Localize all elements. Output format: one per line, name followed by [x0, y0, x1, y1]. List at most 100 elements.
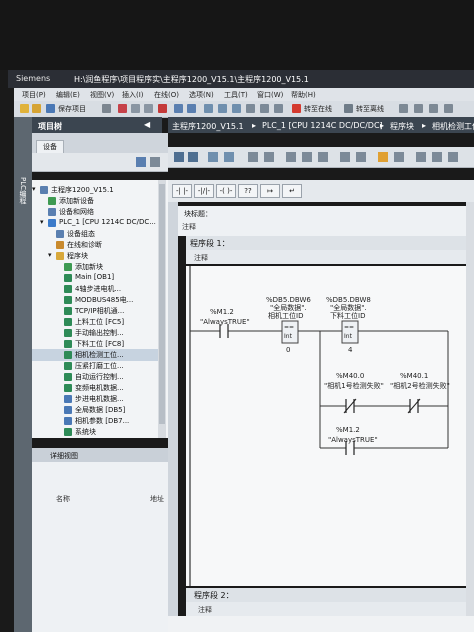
- block-comment[interactable]: 注释: [182, 222, 196, 232]
- monitor-icon[interactable]: [208, 152, 218, 162]
- copy-icon[interactable]: [131, 104, 140, 113]
- folder-icon: [56, 252, 64, 260]
- editor-extra-icon[interactable]: [394, 152, 404, 162]
- start-simulation-icon[interactable]: [414, 104, 423, 113]
- tree-item[interactable]: 系统块: [32, 426, 158, 438]
- open-all-networks-icon[interactable]: [286, 152, 296, 162]
- delete-icon[interactable]: [158, 104, 167, 113]
- menu-project[interactable]: 项目(P): [22, 90, 46, 100]
- compare-icon[interactable]: [224, 152, 234, 162]
- menu-window[interactable]: 窗口(W): [257, 90, 283, 100]
- network-2-comment[interactable]: 注释: [198, 605, 212, 615]
- insert-network-icon[interactable]: [174, 152, 184, 162]
- block-icon: [64, 263, 72, 271]
- plc-programming-tab[interactable]: PLC编程: [18, 177, 28, 204]
- coil-button[interactable]: -( )-: [216, 184, 236, 198]
- editor-extra-icon-4[interactable]: [448, 152, 458, 162]
- folder-icon: [56, 230, 64, 238]
- menu-help[interactable]: 帮助(H): [291, 90, 316, 100]
- menu-insert[interactable]: 插入(I): [122, 90, 144, 100]
- undo-icon[interactable]: [174, 104, 183, 113]
- go-offline-button[interactable]: 转至离线: [356, 104, 384, 114]
- breadcrumb-plc[interactable]: PLC_1 [CPU 1214C DC/DC/DC]: [262, 121, 383, 130]
- breadcrumb-block[interactable]: 相机检测工位: [432, 121, 474, 132]
- accessible-devices-icon[interactable]: [399, 104, 408, 113]
- contact2-name: "相机1号检测失败": [324, 381, 384, 390]
- split-editor-icon[interactable]: [444, 104, 453, 113]
- simulation-icon[interactable]: [246, 104, 255, 113]
- tree-item-label: PLC_1 [CPU 1214C DC/DC...: [59, 218, 156, 226]
- menu-tools[interactable]: 工具(T): [224, 90, 248, 100]
- breadcrumb-blocks[interactable]: 程序块: [390, 121, 414, 132]
- contact-always-true[interactable]: [219, 324, 229, 338]
- comments-icon[interactable]: [318, 152, 328, 162]
- go-online-button[interactable]: 转至在线: [304, 104, 332, 114]
- tree-item-label: 手动输出控制...: [75, 329, 124, 337]
- menu-online[interactable]: 在线(O): [154, 90, 179, 100]
- open-project-icon[interactable]: [32, 104, 41, 113]
- start-cpu-icon[interactable]: [274, 104, 283, 113]
- project-tree-title: 项目树: [38, 122, 62, 131]
- close-all-networks-icon[interactable]: [302, 152, 312, 162]
- print-icon[interactable]: [102, 104, 111, 113]
- goto-error-icon[interactable]: [340, 152, 350, 162]
- monitoring-on-icon[interactable]: [378, 152, 388, 162]
- detail-view: 名称 地址: [32, 462, 168, 632]
- cmp2-op: ==: [344, 324, 354, 331]
- network-1-comment[interactable]: 注释: [194, 253, 208, 263]
- empty-box-button[interactable]: ??: [238, 184, 258, 198]
- menu-edit[interactable]: 编辑(E): [56, 90, 80, 100]
- editor-extra-icon-3[interactable]: [432, 152, 442, 162]
- nc-contact-button[interactable]: -|/|-: [194, 184, 214, 198]
- absolute-address-icon[interactable]: [248, 152, 258, 162]
- menu-view[interactable]: 视图(V): [90, 90, 114, 100]
- go-offline-icon[interactable]: [344, 104, 353, 113]
- cut-icon[interactable]: [118, 104, 127, 113]
- project-tree-toolbar: [32, 153, 168, 172]
- favorites-icon[interactable]: [264, 152, 274, 162]
- expand-arrow-icon[interactable]: ▾: [32, 185, 36, 193]
- download-icon[interactable]: [218, 104, 227, 113]
- tree-item-label: MODBUS485电...: [75, 296, 134, 304]
- editor-extra-icon-2[interactable]: [416, 152, 426, 162]
- network-2-header[interactable]: 程序段 2：: [186, 588, 474, 602]
- collapse-tree-icon[interactable]: ◀: [144, 120, 150, 129]
- save-icon[interactable]: [46, 104, 55, 113]
- close-branch-button[interactable]: ↵: [282, 184, 302, 198]
- network-1-header[interactable]: 程序段 1：: [186, 236, 474, 250]
- tree-overview-icon[interactable]: [150, 157, 160, 167]
- breadcrumb-project[interactable]: 主程序1200_V15.1: [172, 121, 244, 132]
- tree-item-label: 4轴步进电机...: [75, 285, 122, 293]
- go-online-icon[interactable]: [292, 104, 301, 113]
- tab-devices[interactable]: 设备: [36, 140, 64, 153]
- delete-network-icon[interactable]: [188, 152, 198, 162]
- block-interface-icon[interactable]: [356, 152, 366, 162]
- paste-icon[interactable]: [144, 104, 153, 113]
- app-name: Siemens: [16, 74, 51, 83]
- editor-scrollbar[interactable]: [466, 202, 474, 616]
- expand-arrow-icon[interactable]: ▾: [40, 218, 44, 226]
- tree-item-label: 主程序1200_V15.1: [51, 186, 114, 194]
- menu-options[interactable]: 选项(N): [189, 90, 214, 100]
- expand-arrow-icon[interactable]: ▾: [48, 251, 52, 259]
- block-header: 块标题： 注释: [178, 206, 474, 236]
- open-branch-button[interactable]: ↦: [260, 184, 280, 198]
- no-contact-button[interactable]: -| |-: [172, 184, 192, 198]
- save-project-button[interactable]: 保存项目: [58, 104, 86, 114]
- stop-cpu-icon[interactable]: [260, 104, 269, 113]
- tree-scrollbar[interactable]: [158, 180, 166, 438]
- project-tree-header: 项目树 ◀: [32, 117, 162, 133]
- new-project-icon[interactable]: [20, 104, 29, 113]
- cross-reference-icon[interactable]: [429, 104, 438, 113]
- redo-icon[interactable]: [187, 104, 196, 113]
- network-1-comment-row: 注释: [186, 250, 474, 264]
- left-side-tab-strip: PLC编程: [14, 117, 32, 632]
- tree-view-icon[interactable]: [136, 157, 146, 167]
- contact4-name: "AlwaysTRUE": [328, 436, 378, 444]
- compile-icon[interactable]: [204, 104, 213, 113]
- detail-view-header[interactable]: 详细视图: [32, 448, 168, 462]
- title-bar: Siemens H:\润鱼程序\项目程序实\主程序1200_V15.1\主程序1…: [8, 70, 474, 88]
- cmp2-addr: %DB5.DBW8: [326, 296, 371, 304]
- tree-scroll-thumb[interactable]: [159, 184, 165, 424]
- upload-icon[interactable]: [232, 104, 241, 113]
